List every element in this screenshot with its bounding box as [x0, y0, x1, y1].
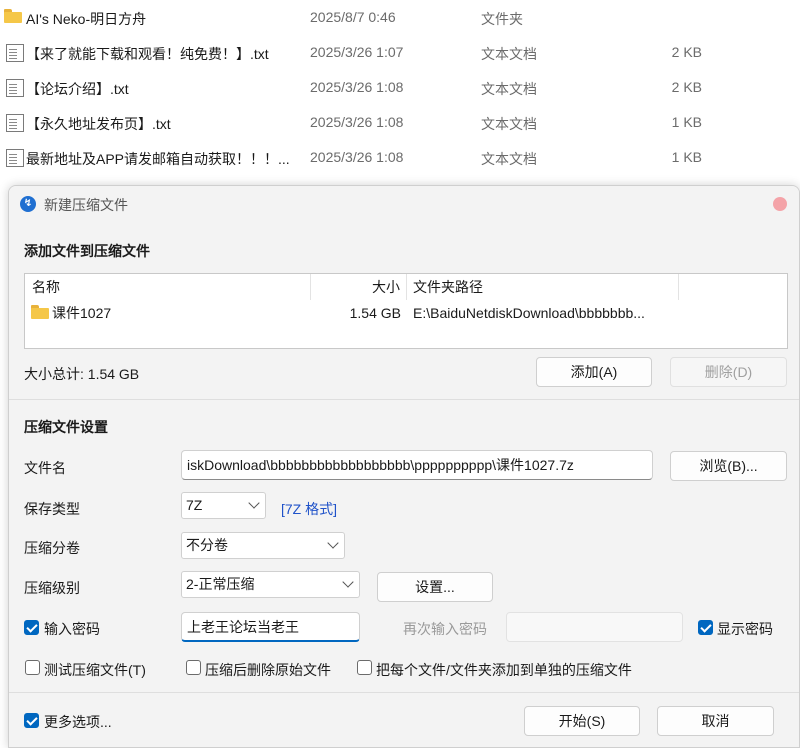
text-file-icon	[6, 44, 24, 62]
separate-archives-checkbox[interactable]	[357, 660, 372, 675]
add-button[interactable]: 添加(A)	[536, 357, 652, 387]
show-password-label[interactable]: 显示密码	[717, 619, 773, 639]
filename-label: 文件名	[24, 460, 66, 476]
save-type-value: 7Z	[186, 497, 203, 513]
file-date: 2025/3/26 1:08	[310, 114, 404, 130]
column-header-path[interactable]: 文件夹路径	[407, 274, 679, 300]
browse-button[interactable]: 浏览(B)...	[670, 451, 787, 481]
files-table[interactable]: 名称 大小 文件夹路径 课件1027 1.54 GB E:\BaiduNetdi…	[24, 273, 788, 349]
password-input[interactable]: 上老王论坛当老王	[181, 612, 360, 642]
column-header-name[interactable]: 名称	[25, 274, 311, 300]
table-row-path: E:\BaiduNetdiskDownload\bbbbbbb...	[413, 305, 645, 321]
total-size-label: 大小总计: 1.54 GB	[24, 366, 140, 382]
table-row-name[interactable]: 课件1027	[31, 301, 309, 325]
delete-after-label[interactable]: 压缩后删除原始文件	[205, 660, 331, 680]
app-logo-icon: ↯	[20, 196, 36, 212]
file-row[interactable]: 【永久地址发布页】.txt 2025/3/26 1:08 文本文档 1 KB	[0, 106, 800, 141]
more-options-label[interactable]: 更多选项...	[44, 712, 112, 732]
footer-divider	[9, 692, 799, 693]
text-file-icon	[6, 149, 24, 167]
level-select[interactable]: 2-正常压缩	[181, 571, 360, 598]
folder-icon	[4, 9, 22, 27]
file-size: 1 KB	[671, 149, 702, 165]
file-name: 【论坛介绍】.txt	[26, 81, 129, 97]
folder-icon	[31, 305, 49, 319]
split-select[interactable]: 不分卷	[181, 532, 345, 559]
add-files-section-title: 添加文件到压缩文件	[24, 243, 150, 259]
column-header-size[interactable]: 大小	[311, 274, 407, 300]
delete-after-checkbox[interactable]	[186, 660, 201, 675]
file-type: 文本文档	[481, 116, 537, 132]
text-file-icon	[6, 79, 24, 97]
file-type: 文本文档	[481, 81, 537, 97]
more-options-checkbox[interactable]	[24, 713, 39, 728]
file-row[interactable]: 最新地址及APP请发邮箱自动获取！！！... 2025/3/26 1:08 文本…	[0, 141, 800, 176]
split-value: 不分卷	[186, 537, 228, 553]
save-type-label: 保存类型	[24, 501, 80, 517]
level-label: 压缩级别	[24, 580, 80, 596]
file-name: 最新地址及APP请发邮箱自动获取！！！...	[26, 151, 290, 167]
item-name: 课件1027	[52, 305, 112, 321]
file-size: 2 KB	[671, 79, 702, 95]
reenter-password-input[interactable]	[506, 612, 683, 642]
file-list: AI's Neko-明日方舟 2025/8/7 0:46 文件夹 【来了就能下载…	[0, 0, 800, 180]
separate-archives-label[interactable]: 把每个文件/文件夹添加到单独的压缩文件	[376, 660, 632, 680]
file-row[interactable]: AI's Neko-明日方舟 2025/8/7 0:46 文件夹	[0, 1, 800, 36]
save-type-select[interactable]: 7Z	[181, 492, 266, 519]
level-settings-button[interactable]: 设置...	[377, 572, 493, 602]
start-button[interactable]: 开始(S)	[524, 706, 640, 736]
file-row[interactable]: 【论坛介绍】.txt 2025/3/26 1:08 文本文档 2 KB	[0, 71, 800, 106]
file-date: 2025/3/26 1:08	[310, 149, 404, 165]
password-checkbox[interactable]	[24, 620, 39, 635]
file-date: 2025/3/26 1:08	[310, 79, 404, 95]
settings-section-title: 压缩文件设置	[24, 419, 108, 435]
file-type: 文件夹	[481, 11, 523, 27]
cancel-button[interactable]: 取消	[657, 706, 774, 736]
filename-input[interactable]: iskDownload\bbbbbbbbbbbbbbbbbb\ppppppppp…	[181, 450, 653, 480]
test-archive-checkbox[interactable]	[25, 660, 40, 675]
file-name: AI's Neko-明日方舟	[26, 11, 147, 27]
show-password-checkbox[interactable]	[698, 620, 713, 635]
reenter-password-label: 再次输入密码	[403, 621, 487, 637]
file-size: 2 KB	[671, 44, 702, 60]
delete-button[interactable]: 删除(D)	[670, 357, 787, 387]
test-archive-label[interactable]: 测试压缩文件(T)	[44, 660, 146, 680]
format-link[interactable]: [7Z 格式]	[281, 499, 337, 519]
password-checkbox-label[interactable]: 输入密码	[44, 619, 100, 639]
file-date: 2025/8/7 0:46	[310, 9, 396, 25]
file-type: 文本文档	[481, 151, 537, 167]
file-row[interactable]: 【来了就能下载和观看！纯免费！】.txt 2025/3/26 1:07 文本文档…	[0, 36, 800, 71]
dialog-title: 新建压缩文件	[44, 197, 128, 213]
chevron-down-icon	[248, 497, 260, 509]
new-archive-dialog: ↯ 新建压缩文件 添加文件到压缩文件 名称 大小 文件夹路径 课件1027 1.…	[8, 185, 800, 748]
file-type: 文本文档	[481, 46, 537, 62]
chevron-down-icon	[342, 576, 354, 588]
split-label: 压缩分卷	[24, 540, 80, 556]
file-size: 1 KB	[671, 114, 702, 130]
close-icon[interactable]	[773, 197, 787, 211]
file-date: 2025/3/26 1:07	[310, 44, 404, 60]
text-file-icon	[6, 114, 24, 132]
section-divider	[9, 399, 799, 400]
table-row-size: 1.54 GB	[349, 305, 401, 321]
file-name: 【来了就能下载和观看！纯免费！】.txt	[26, 46, 269, 62]
chevron-down-icon	[327, 537, 339, 549]
file-name: 【永久地址发布页】.txt	[26, 116, 171, 132]
level-value: 2-正常压缩	[186, 576, 255, 592]
dialog-titlebar[interactable]: ↯ 新建压缩文件	[9, 186, 799, 222]
